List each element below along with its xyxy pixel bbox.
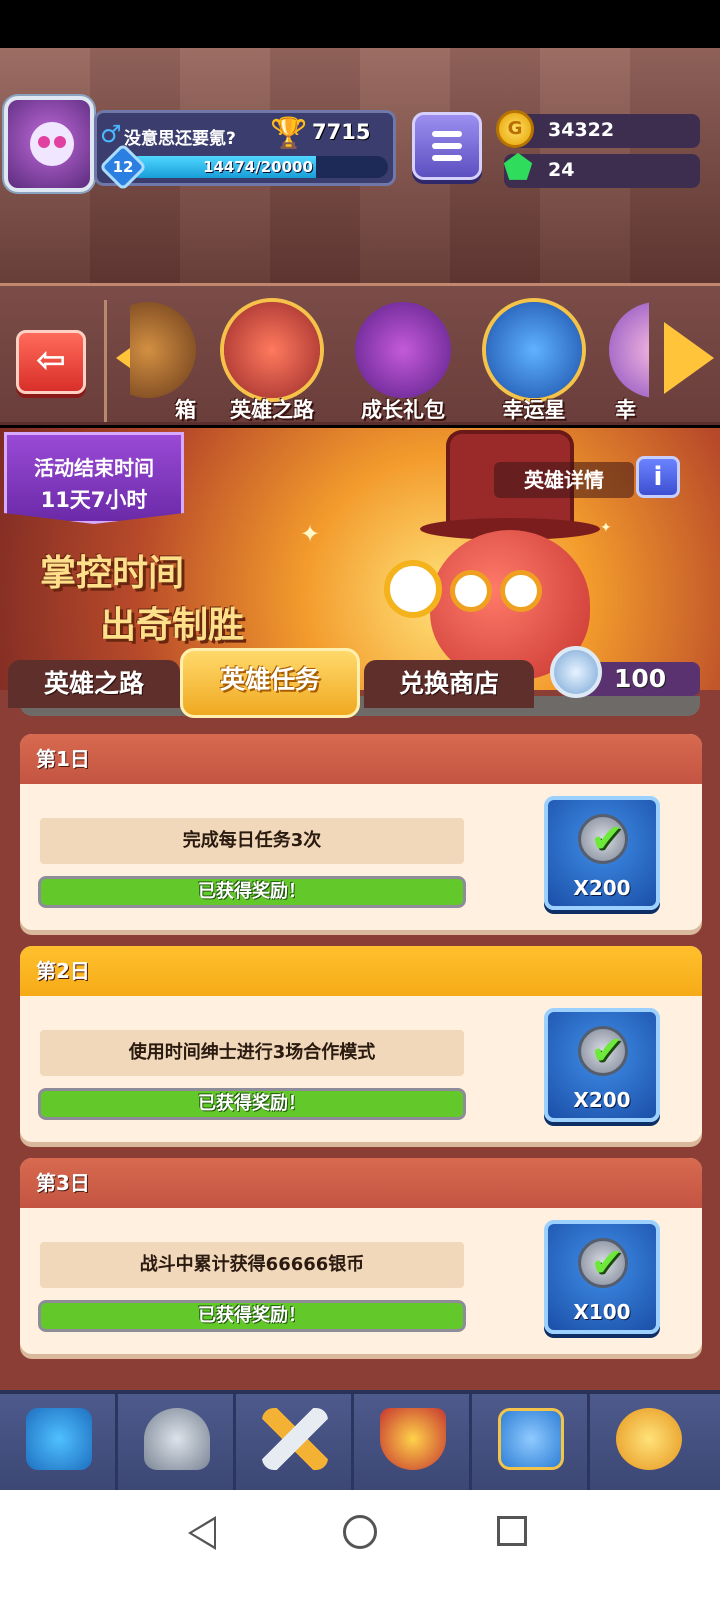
hero-details-label[interactable]: 英雄详情 xyxy=(494,462,634,498)
task-card: 第3日 战斗中累计获得66666银币 已获得奖励！ ✔ X100 xyxy=(20,1158,702,1354)
green-gem-icon: ⬟ xyxy=(503,148,533,188)
chest-icon xyxy=(130,302,196,398)
reward-claimed-button[interactable]: ✔ X200 xyxy=(544,796,660,910)
event-label: 成长礼包 xyxy=(361,398,445,422)
gold-coin-icon: G xyxy=(496,110,534,148)
nav-ranking[interactable] xyxy=(354,1394,472,1490)
pocket-watch-icon xyxy=(384,560,442,618)
task-card: 第1日 完成每日任务3次 已获得奖励！ ✔ X200 xyxy=(20,734,702,930)
task-day-label: 第2日 xyxy=(20,946,702,996)
event-item-growth-pack[interactable]: 成长礼包 xyxy=(343,296,463,426)
system-back-icon[interactable] xyxy=(188,1516,216,1550)
tab-hero-road[interactable]: 英雄之路 xyxy=(8,660,180,708)
trophy-icon: 🏆 xyxy=(270,116,308,151)
event-item-hero-road[interactable]: 英雄之路 xyxy=(212,296,332,426)
compass-icon xyxy=(616,1408,682,1470)
xp-bar: 14474/20000 xyxy=(128,156,388,178)
gift-bag-icon xyxy=(355,302,451,398)
nav-shop[interactable] xyxy=(0,1394,118,1490)
game-screen: ♂ 没意思还要氪? 🏆 7715 14474/20000 12 G 34322 … xyxy=(0,0,720,1600)
menu-button[interactable] xyxy=(412,112,482,180)
menu-line xyxy=(432,143,462,149)
nav-explore[interactable] xyxy=(590,1394,708,1490)
treasure-chest-icon xyxy=(26,1408,92,1470)
crown-shield-icon xyxy=(380,1408,446,1470)
team-banner-icon xyxy=(498,1408,564,1470)
nav-heroes[interactable] xyxy=(118,1394,236,1490)
event-item-chest[interactable]: 箱 xyxy=(130,296,200,426)
token-count: 100 xyxy=(614,664,667,693)
skull-avatar-icon xyxy=(30,122,74,166)
menu-line xyxy=(432,131,462,137)
tab-hero-tasks[interactable]: 英雄任务 xyxy=(180,648,360,718)
tab-exchange-shop[interactable]: 兑换商店 xyxy=(364,660,534,708)
checkmark-icon: ✔ xyxy=(590,1240,624,1286)
checkmark-icon: ✔ xyxy=(590,1028,624,1074)
crossed-swords-icon xyxy=(262,1408,328,1470)
event-label: 幸 xyxy=(615,398,636,422)
nav-battle[interactable] xyxy=(236,1394,354,1490)
gem-count: 24 xyxy=(548,159,575,181)
task-day-label: 第1日 xyxy=(20,734,702,784)
hero-eye xyxy=(450,570,492,612)
hero-eye xyxy=(500,570,542,612)
coin-count: 34322 xyxy=(548,119,615,141)
player-name: 没意思还要氪? xyxy=(124,129,236,149)
event-item-lucky[interactable]: 幸 xyxy=(605,296,649,426)
task-description: 使用时间绅士进行3场合作模式 xyxy=(40,1030,464,1076)
xp-text: 14474/20000 xyxy=(203,158,313,176)
lucky-icon xyxy=(609,302,649,398)
task-status-bar: 已获得奖励！ xyxy=(38,876,466,908)
timer-label: 活动结束时间 xyxy=(34,456,154,480)
sparkle-icon: ✦ xyxy=(300,520,321,548)
event-label: 幸运星 xyxy=(502,398,566,422)
system-home-icon[interactable] xyxy=(343,1515,377,1549)
knight-helmet-icon xyxy=(144,1408,210,1470)
task-description: 完成每日任务3次 xyxy=(40,818,464,864)
reward-amount: X200 xyxy=(573,876,631,900)
task-status-bar: 已获得奖励！ xyxy=(38,1088,466,1120)
player-level: 12 xyxy=(112,158,134,176)
nav-team[interactable] xyxy=(472,1394,590,1490)
task-status-bar: 已获得奖励！ xyxy=(38,1300,466,1332)
carousel-divider xyxy=(104,300,107,422)
hero-token-icon xyxy=(550,646,602,698)
back-button[interactable]: ⇦ xyxy=(16,330,86,394)
trophy-count: 7715 xyxy=(312,120,371,144)
reward-amount: X100 xyxy=(573,1300,631,1324)
info-icon[interactable]: i xyxy=(636,456,680,498)
male-symbol-icon: ♂ xyxy=(100,120,122,148)
task-day-label: 第3日 xyxy=(20,1158,702,1208)
checkmark-icon: ✔ xyxy=(590,816,624,862)
reward-claimed-button[interactable]: ✔ X200 xyxy=(544,1008,660,1122)
event-label: 箱 xyxy=(175,398,196,422)
reward-claimed-button[interactable]: ✔ X100 xyxy=(544,1220,660,1334)
carousel-right-arrow-icon[interactable] xyxy=(664,322,714,394)
lucky-star-icon xyxy=(486,302,582,398)
event-item-lucky-star[interactable]: 幸运星 xyxy=(474,296,594,426)
avatar[interactable] xyxy=(4,96,94,192)
slogan-line-2: 出奇制胜 xyxy=(100,605,245,646)
reward-amount: X200 xyxy=(573,1088,631,1112)
timer-value: 11天7小时 xyxy=(40,488,148,512)
task-card: 第2日 使用时间绅士进行3场合作模式 已获得奖励！ ✔ X200 xyxy=(20,946,702,1142)
task-description: 战斗中累计获得66666银币 xyxy=(40,1242,464,1288)
slogan-line-1: 掌控时间 xyxy=(40,553,185,594)
menu-line xyxy=(432,155,462,161)
time-gentleman-hero-icon xyxy=(224,302,320,398)
event-label: 英雄之路 xyxy=(230,398,314,422)
system-recents-icon[interactable] xyxy=(497,1516,527,1546)
status-bar xyxy=(0,0,720,48)
